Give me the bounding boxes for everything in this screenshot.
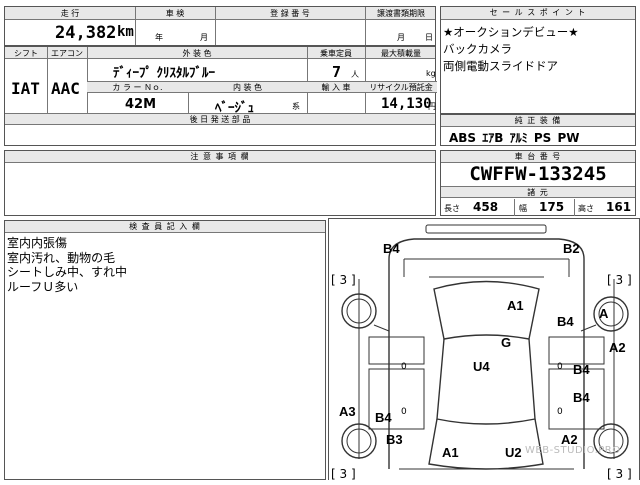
- watermark: WEB-STUDIO.PRO: [525, 445, 621, 456]
- height-label: 高さ: [578, 204, 594, 213]
- chassis-number-value: CWFFW-133245: [469, 163, 607, 185]
- registration-header: 登 録 番 号: [270, 9, 310, 18]
- color-no-header: カ ラ ー Ｎｏ.: [112, 83, 163, 92]
- shift-header: シフト: [14, 49, 38, 58]
- tire-mark: [ 3 ]: [331, 273, 356, 287]
- chassis-box: 車 台 番 号 CWFFW-133245 諸 元 長さ 458 幅 175 高さ…: [440, 150, 636, 216]
- inspector-note-3: シートしみ中、すれ中: [7, 265, 128, 279]
- inspector-notes-list: 室内内張傷 室内汚れ、動物の毛 シートしみ中、すれ中 ルーフＵ多い: [7, 236, 127, 294]
- damage-mark: B4: [573, 362, 590, 377]
- inspector-notes-header: 検 査 員 記 入 欄: [5, 221, 325, 233]
- capacity-header: 乗車定員: [320, 49, 352, 58]
- inspector-note-1: 室内内張傷: [7, 236, 68, 250]
- genuine-equipment-list: ABS ｴｱB ｱﾙﾐ PS PW: [449, 129, 579, 146]
- interior-color-suffix: 系: [292, 102, 300, 111]
- aircon-header: エアコン: [51, 49, 83, 58]
- damage-mark: A3: [339, 404, 356, 419]
- shift-value: IAT: [11, 79, 40, 98]
- transfer-day-label: 日: [425, 33, 433, 42]
- damage-mark: A2: [609, 340, 626, 355]
- exterior-color-value: ﾃﾞｨｰﾌﾟ ｸﾘｽﾀﾙﾌﾞﾙｰ: [113, 66, 216, 81]
- door-zero-mark: 0: [557, 362, 563, 372]
- equip-ps: PS: [533, 131, 552, 145]
- inspection-header: 車 検: [165, 9, 185, 18]
- damage-mark: B4: [375, 410, 392, 425]
- mileage-unit: km: [117, 24, 134, 40]
- damage-mark: B4: [383, 241, 400, 256]
- inspection-month-label: 月: [200, 33, 208, 42]
- sales-points-header: セ ー ル ス ポ イ ン ト: [441, 7, 635, 20]
- aircon-value: AAC: [51, 79, 80, 98]
- damage-mark: B2: [563, 241, 580, 256]
- damage-mark: A1: [442, 445, 459, 460]
- equip-airbag: ｴｱB: [482, 131, 504, 145]
- transfer-deadline-header: 譲渡書類期限: [377, 9, 425, 18]
- spec-box: シフト エアコン 外 装 色 乗車定員 最大積載量 IAT AAC ﾃﾞｨｰﾌﾟ…: [4, 46, 437, 146]
- damage-mark: B4: [573, 390, 590, 405]
- roof-shape: [436, 338, 536, 425]
- tire-mark: [ 3 ]: [331, 467, 356, 481]
- damage-mark: A: [599, 306, 609, 321]
- car-body-outline: [388, 238, 585, 469]
- damage-mark: B4: [557, 314, 574, 329]
- equip-pw: PW: [557, 131, 580, 145]
- delivery-parts-header: 後 日 発 送 部 品: [189, 115, 251, 124]
- width-label: 幅: [519, 204, 527, 213]
- load-unit: kg: [426, 69, 436, 78]
- height-value: 161: [606, 200, 632, 214]
- tire-mark: [ 3 ]: [607, 467, 632, 481]
- door-zero-mark: 0: [557, 407, 563, 417]
- door-zero-mark: 0: [401, 407, 407, 417]
- exterior-color-header: 外 装 色: [182, 49, 212, 58]
- sales-points-list: ★オークションデビュー★ バックカメラ 両側電動スライドドア: [443, 24, 579, 75]
- transfer-month-label: 月: [397, 33, 405, 42]
- capacity-value: 7: [332, 63, 342, 81]
- recycle-value: 14,130: [381, 96, 432, 112]
- dimensions-header: 諸 元: [441, 186, 635, 198]
- color-no-value: 42M: [125, 97, 157, 112]
- car-diagram-svg: [341, 224, 629, 470]
- inspector-notes-box: 検 査 員 記 入 欄 室内内張傷 室内汚れ、動物の毛 シートしみ中、すれ中 ル…: [4, 220, 326, 480]
- capacity-unit: 人: [351, 70, 359, 79]
- sales-point-3: 両側電動スライドドア: [443, 59, 558, 73]
- tire-mark: [ 3 ]: [607, 273, 632, 287]
- genuine-equipment-box: 純 正 装 備 ABS ｴｱB ｱﾙﾐ PS PW: [440, 114, 636, 146]
- length-value: 458: [473, 200, 499, 214]
- damage-mark: U2: [505, 445, 522, 460]
- front-bumper-shape: [425, 224, 547, 234]
- equip-alloy: ｱﾙﾐ: [509, 131, 528, 145]
- door-zero-mark: 0: [401, 362, 407, 372]
- inspector-note-2: 室内汚れ、動物の毛: [7, 250, 116, 265]
- inspection-year-label: 年: [155, 33, 163, 42]
- length-label: 長さ: [444, 204, 460, 213]
- damage-mark: B3: [386, 432, 403, 447]
- sales-point-1: ★オークションデビュー★: [443, 25, 579, 39]
- damage-mark: A1: [507, 298, 524, 313]
- inspector-note-4: ルーフＵ多い: [7, 279, 79, 294]
- recycle-header: リサイクル預託金: [369, 83, 433, 92]
- load-header: 最大積載量: [381, 49, 421, 58]
- damage-mark: U4: [473, 359, 490, 374]
- hood-lines: [403, 258, 570, 278]
- recycle-unit: 円: [428, 102, 436, 111]
- chassis-number-header: 車 台 番 号: [441, 151, 635, 163]
- genuine-equipment-header: 純 正 装 備: [441, 115, 635, 127]
- rear-window-shape: [428, 418, 544, 470]
- sales-points-box: セ ー ル ス ポ イ ン ト ★オークションデビュー★ バックカメラ 両側電動…: [440, 6, 636, 114]
- basic-info-box: 走 行 車 検 登 録 番 号 譲渡書類期限 24,382 km 年 月 月 日: [4, 6, 436, 46]
- interior-color-header: 内 装 色: [232, 83, 263, 92]
- notes-box: 注 意 事 項 欄: [4, 150, 436, 216]
- import-header: 輸 入 車: [321, 83, 351, 92]
- dimensions-row: 長さ 458 幅 175 高さ 161: [441, 199, 635, 216]
- mileage-value: 24,382: [55, 23, 117, 43]
- mileage-header: 走 行: [60, 9, 80, 18]
- sales-point-2: バックカメラ: [443, 42, 512, 56]
- width-value: 175: [539, 200, 565, 214]
- notes-header: 注 意 事 項 欄: [5, 151, 435, 163]
- equip-abs: ABS: [449, 131, 477, 145]
- damage-mark: G: [501, 335, 512, 350]
- car-diagram: B4 B2 A1 B4 A G A2 U4 B4 B4 A3 B4 B3 A1 …: [328, 218, 640, 481]
